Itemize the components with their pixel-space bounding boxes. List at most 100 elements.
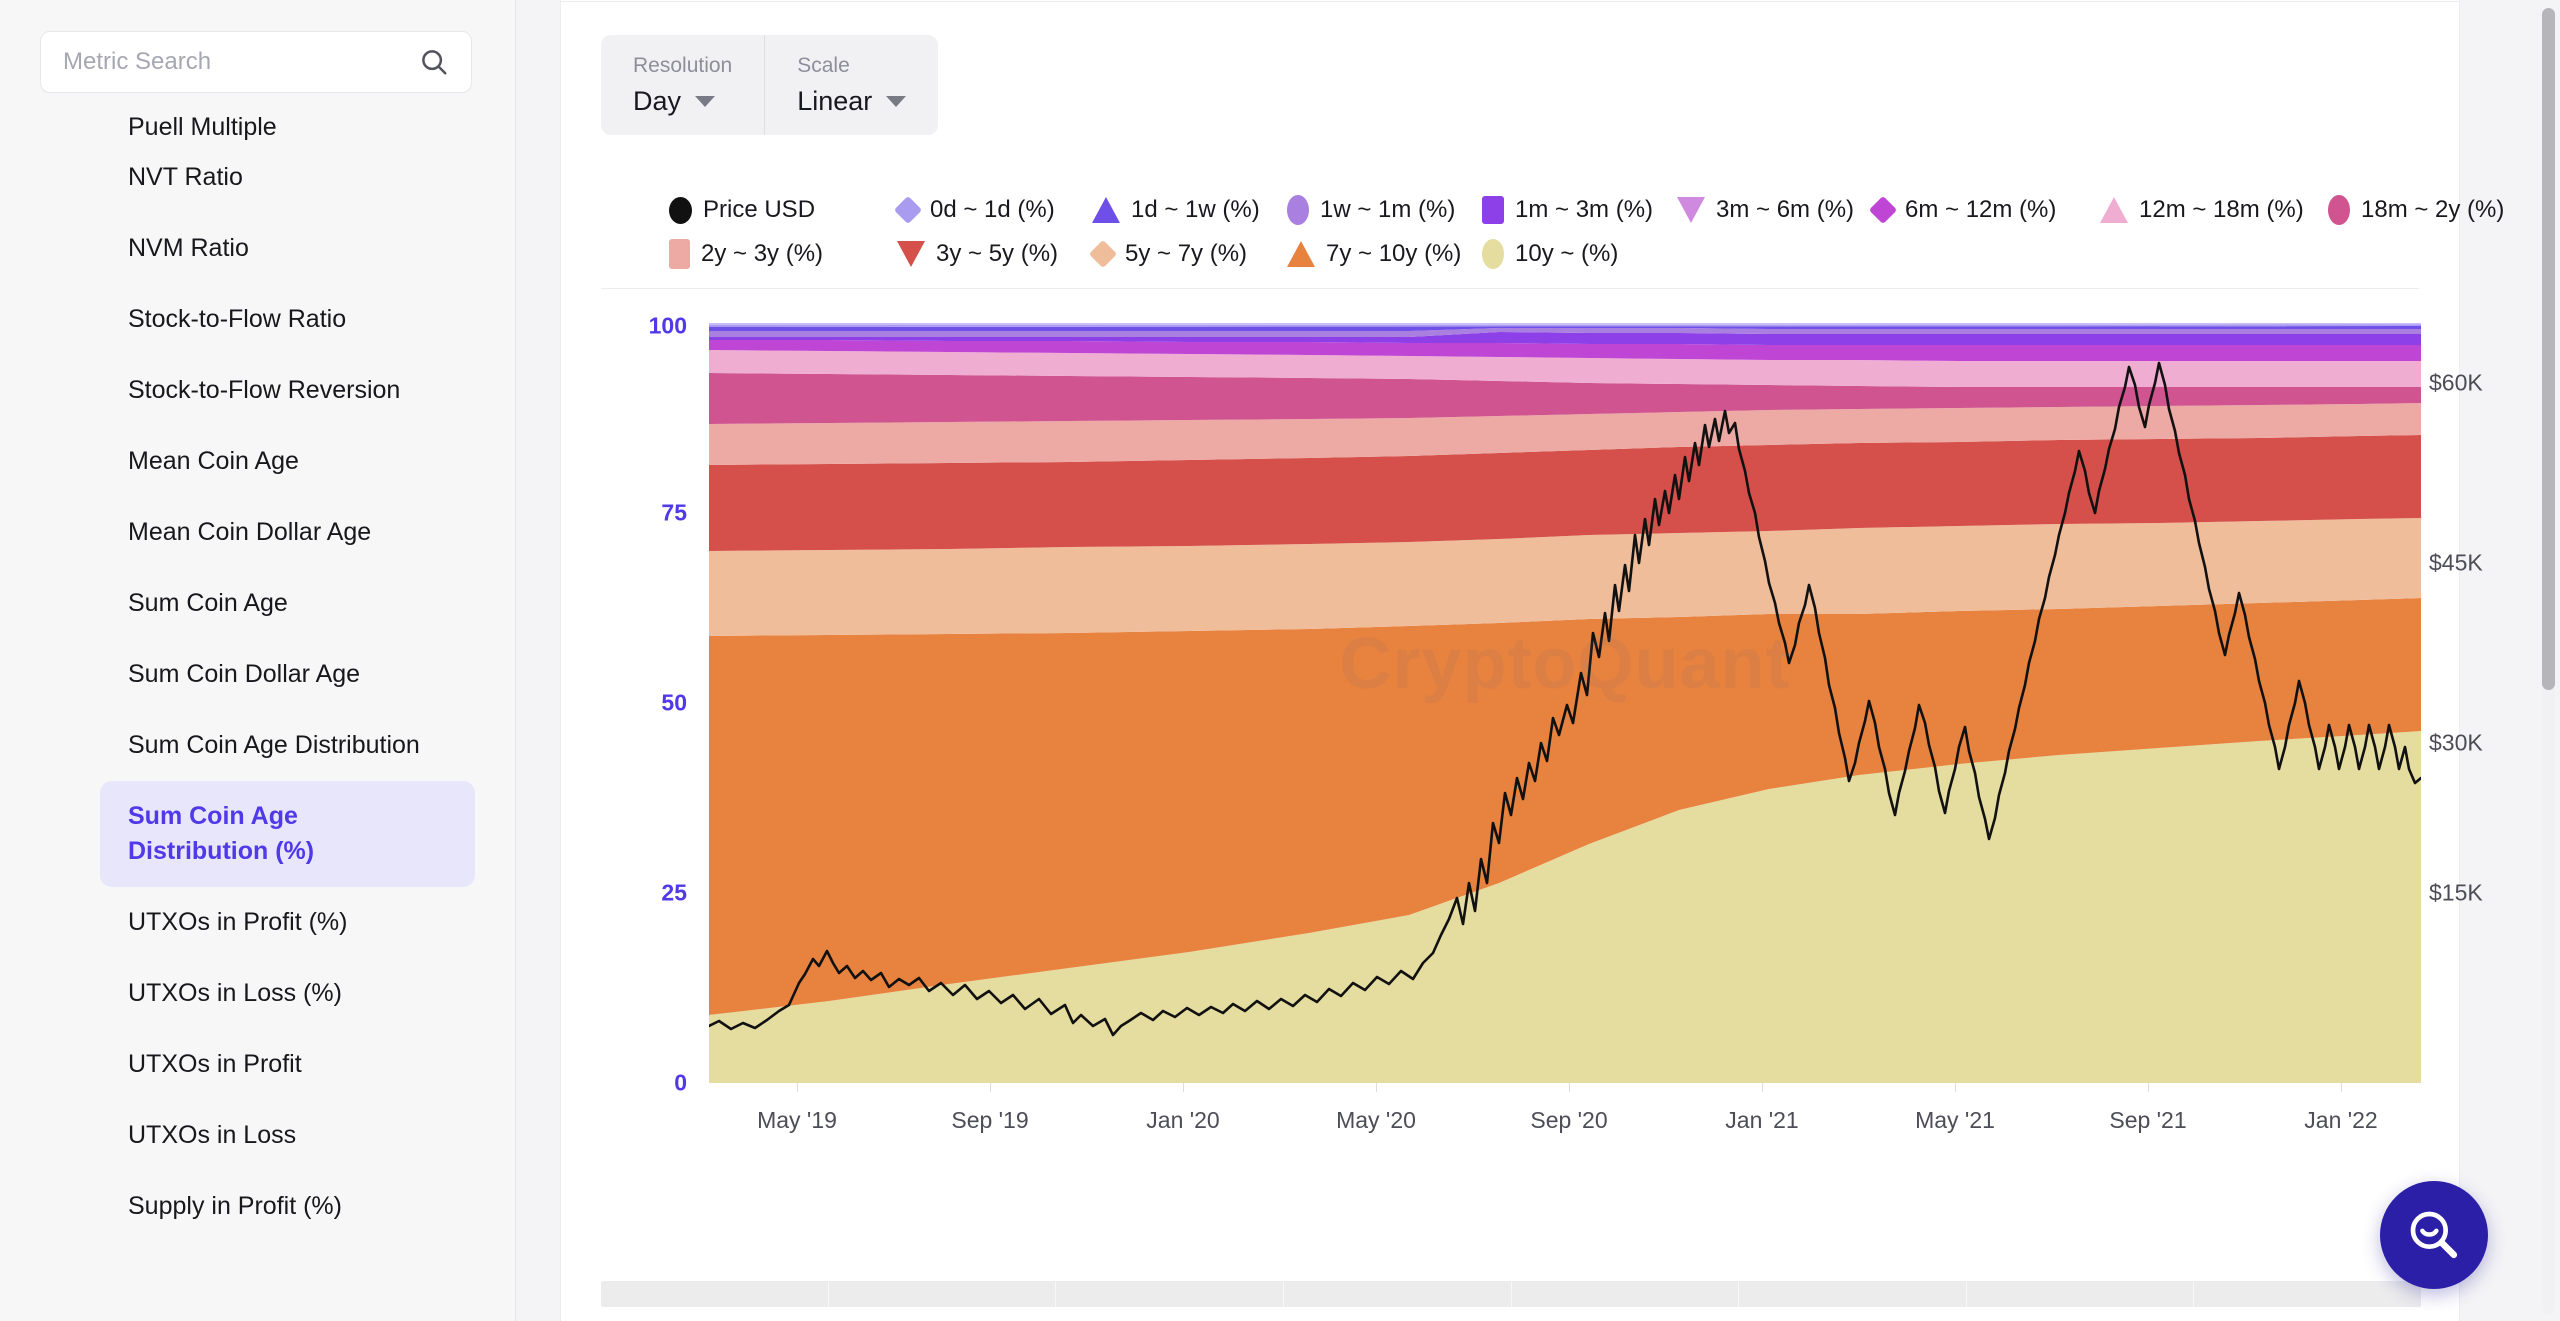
legend-item-3y-5y[interactable]: 3y ~ 5y (%) [897,239,1092,269]
metric-item-label: Puell Multiple [128,113,277,141]
metric-item-nvt-ratio[interactable]: NVT Ratio [0,142,515,213]
legend-item-12m-18m[interactable]: 12m ~ 18m (%) [2100,195,2328,225]
metric-item-utxos-in-profit[interactable]: UTXOs in Profit [0,1029,515,1100]
x-tick [2341,1083,2342,1092]
scale-value: Linear [797,85,873,116]
legend-item-18m-2y[interactable]: 18m ~ 2y (%) [2328,195,2556,225]
x-tick-label: Jan '20 [1146,1107,1220,1133]
help-search-fab-button[interactable] [2380,1181,2488,1289]
metric-item-stock-to-flow-ratio[interactable]: Stock-to-Flow Ratio [0,284,515,355]
metric-item-label: Stock-to-Flow Reversion [128,376,401,404]
legend-row-1: Price USD 0d ~ 1d (%) 1d ~ 1w (%) 1w ~ 1… [669,195,2504,225]
metric-item-utxos-in-loss-pct[interactable]: UTXOs in Loss (%) [0,958,515,1029]
legend-item-2y-3y[interactable]: 2y ~ 3y (%) [669,239,897,269]
card-top-divider [561,1,2459,2]
legend-marker-ellipse-icon [1287,195,1309,225]
metric-item-label: Mean Coin Dollar Age [128,518,372,546]
metric-item-sum-coin-age[interactable]: Sum Coin Age [0,568,515,639]
metric-item-stock-to-flow-reversion[interactable]: Stock-to-Flow Reversion [0,355,515,426]
metric-item-mean-coin-age[interactable]: Mean Coin Age [0,426,515,497]
legend-item-1d-1w[interactable]: 1d ~ 1w (%) [1092,195,1287,225]
resolution-dropdown[interactable]: Day [633,86,732,117]
brush-segment[interactable] [1056,1281,1284,1307]
x-tick [2148,1083,2149,1092]
chevron-down-icon[interactable] [695,95,716,107]
page-scrollbar-thumb[interactable] [2542,8,2555,690]
metric-item-label: NVT Ratio [128,163,243,191]
resolution-value: Day [633,85,682,116]
y-left-tick: 0 [674,1069,687,1096]
metric-item-mean-coin-dollar-age[interactable]: Mean Coin Dollar Age [0,497,515,568]
metric-item-label: Sum Coin Age Distribution [128,731,420,759]
metric-item-sum-coin-dollar-age[interactable]: Sum Coin Dollar Age [0,639,515,710]
resolution-control[interactable]: Resolution Day [601,35,764,135]
legend-item-1m-3m[interactable]: 1m ~ 3m (%) [1482,195,1677,225]
search-icon[interactable] [419,47,449,77]
legend-row-2: 2y ~ 3y (%) 3y ~ 5y (%) 5y ~ 7y (%) 7y ~… [669,239,2425,269]
metric-item-label: UTXOs in Profit (%) [128,908,348,936]
metric-item-supply-in-profit-pct[interactable]: Supply in Profit (%) [0,1171,515,1242]
x-axis: May '19 Sep '19 Jan '20 May '20 Sep '20 … [709,1083,2421,1153]
metric-sidebar: Puell Multiple NVT Ratio NVM Ratio Stock… [0,0,516,1321]
legend-label: 1d ~ 1w (%) [1131,196,1260,223]
brush-segment[interactable] [829,1281,1057,1307]
scale-dropdown[interactable]: Linear [797,85,907,117]
metric-item-utxos-in-profit-pct[interactable]: UTXOs in Profit (%) [0,887,515,958]
legend-divider [601,288,2419,289]
y-left-tick: 50 [661,689,687,716]
legend-label: 7y ~ 10y (%) [1326,240,1462,267]
legend-marker-diamond-icon [1868,195,1898,225]
stacked-area-canvas[interactable]: CryptoQuant [709,323,2421,1083]
brush-segment[interactable] [1739,1281,1967,1307]
scale-control[interactable]: Scale Linear [764,35,938,135]
metric-list[interactable]: Puell Multiple NVT Ratio NVM Ratio Stock… [0,100,515,1321]
brush-segment[interactable] [2194,1281,2421,1307]
y-right-tick: $15K [2429,879,2483,906]
legend-item-7y-10y[interactable]: 7y ~ 10y (%) [1287,239,1482,269]
legend-item-6m-12m[interactable]: 6m ~ 12m (%) [1868,195,2100,225]
legend-label: Price USD [703,196,816,223]
x-tick-label: Sep '21 [2109,1107,2187,1133]
metric-item-puell-multiple[interactable]: Puell Multiple [0,100,515,142]
scale-label: Scale [797,53,850,77]
metric-item-label: UTXOs in Loss [128,1121,297,1149]
legend-item-0d-1d[interactable]: 0d ~ 1d (%) [893,195,1092,225]
metric-item-label: UTXOs in Profit [128,1050,302,1078]
search-input[interactable] [63,48,411,76]
legend-marker-triangle-down-icon [897,241,925,267]
legend-marker-diamond-icon [893,195,923,225]
legend-item-1w-1m[interactable]: 1w ~ 1m (%) [1287,195,1482,225]
x-tick [1183,1083,1184,1092]
x-tick-label: May '20 [1336,1107,1416,1133]
legend-item-price-usd[interactable]: Price USD [669,195,897,225]
legend-marker-ellipse-icon [1482,239,1504,269]
legend-marker-triangle-up-icon [2100,197,2128,223]
legend-marker-triangle-up-icon [1092,197,1120,223]
brush-segment[interactable] [1284,1281,1512,1307]
x-tick-label: May '21 [1915,1107,1995,1133]
legend-label: 1m ~ 3m (%) [1515,196,1654,223]
legend-label: 10y ~ (%) [1515,240,1619,267]
metric-search-box[interactable] [40,31,472,93]
metric-item-sum-coin-age-distribution-pct[interactable]: Sum Coin Age Distribution (%) [100,781,475,887]
legend-item-10y-plus[interactable]: 10y ~ (%) [1482,239,1677,269]
metric-item-utxos-in-loss[interactable]: UTXOs in Loss [0,1100,515,1171]
metric-item-label: Supply in Profit (%) [128,1192,342,1220]
x-tick [1376,1083,1377,1092]
x-tick-label: Sep '20 [1530,1107,1608,1133]
search-help-icon [2410,1211,2458,1259]
legend-item-5y-7y[interactable]: 5y ~ 7y (%) [1088,239,1287,269]
legend-item-3m-6m[interactable]: 3m ~ 6m (%) [1677,195,1872,225]
page-scrollbar-track[interactable] [2542,8,2555,1313]
brush-segment[interactable] [1967,1281,2195,1307]
brush-segment[interactable] [601,1281,829,1307]
legend-marker-triangle-up-icon [1287,241,1315,267]
legend-label: 18m ~ 2y (%) [2361,196,2505,223]
brush-segment[interactable] [1512,1281,1740,1307]
y-right-tick: $30K [2429,729,2483,756]
metric-item-sum-coin-age-distribution[interactable]: Sum Coin Age Distribution [0,710,515,781]
metric-item-nvm-ratio[interactable]: NVM Ratio [0,213,515,284]
range-selector-brush[interactable] [601,1281,2421,1307]
chart-card: Resolution Day Scale Linear Price USD 0d… [560,0,2504,1321]
chevron-down-icon[interactable] [886,95,907,107]
